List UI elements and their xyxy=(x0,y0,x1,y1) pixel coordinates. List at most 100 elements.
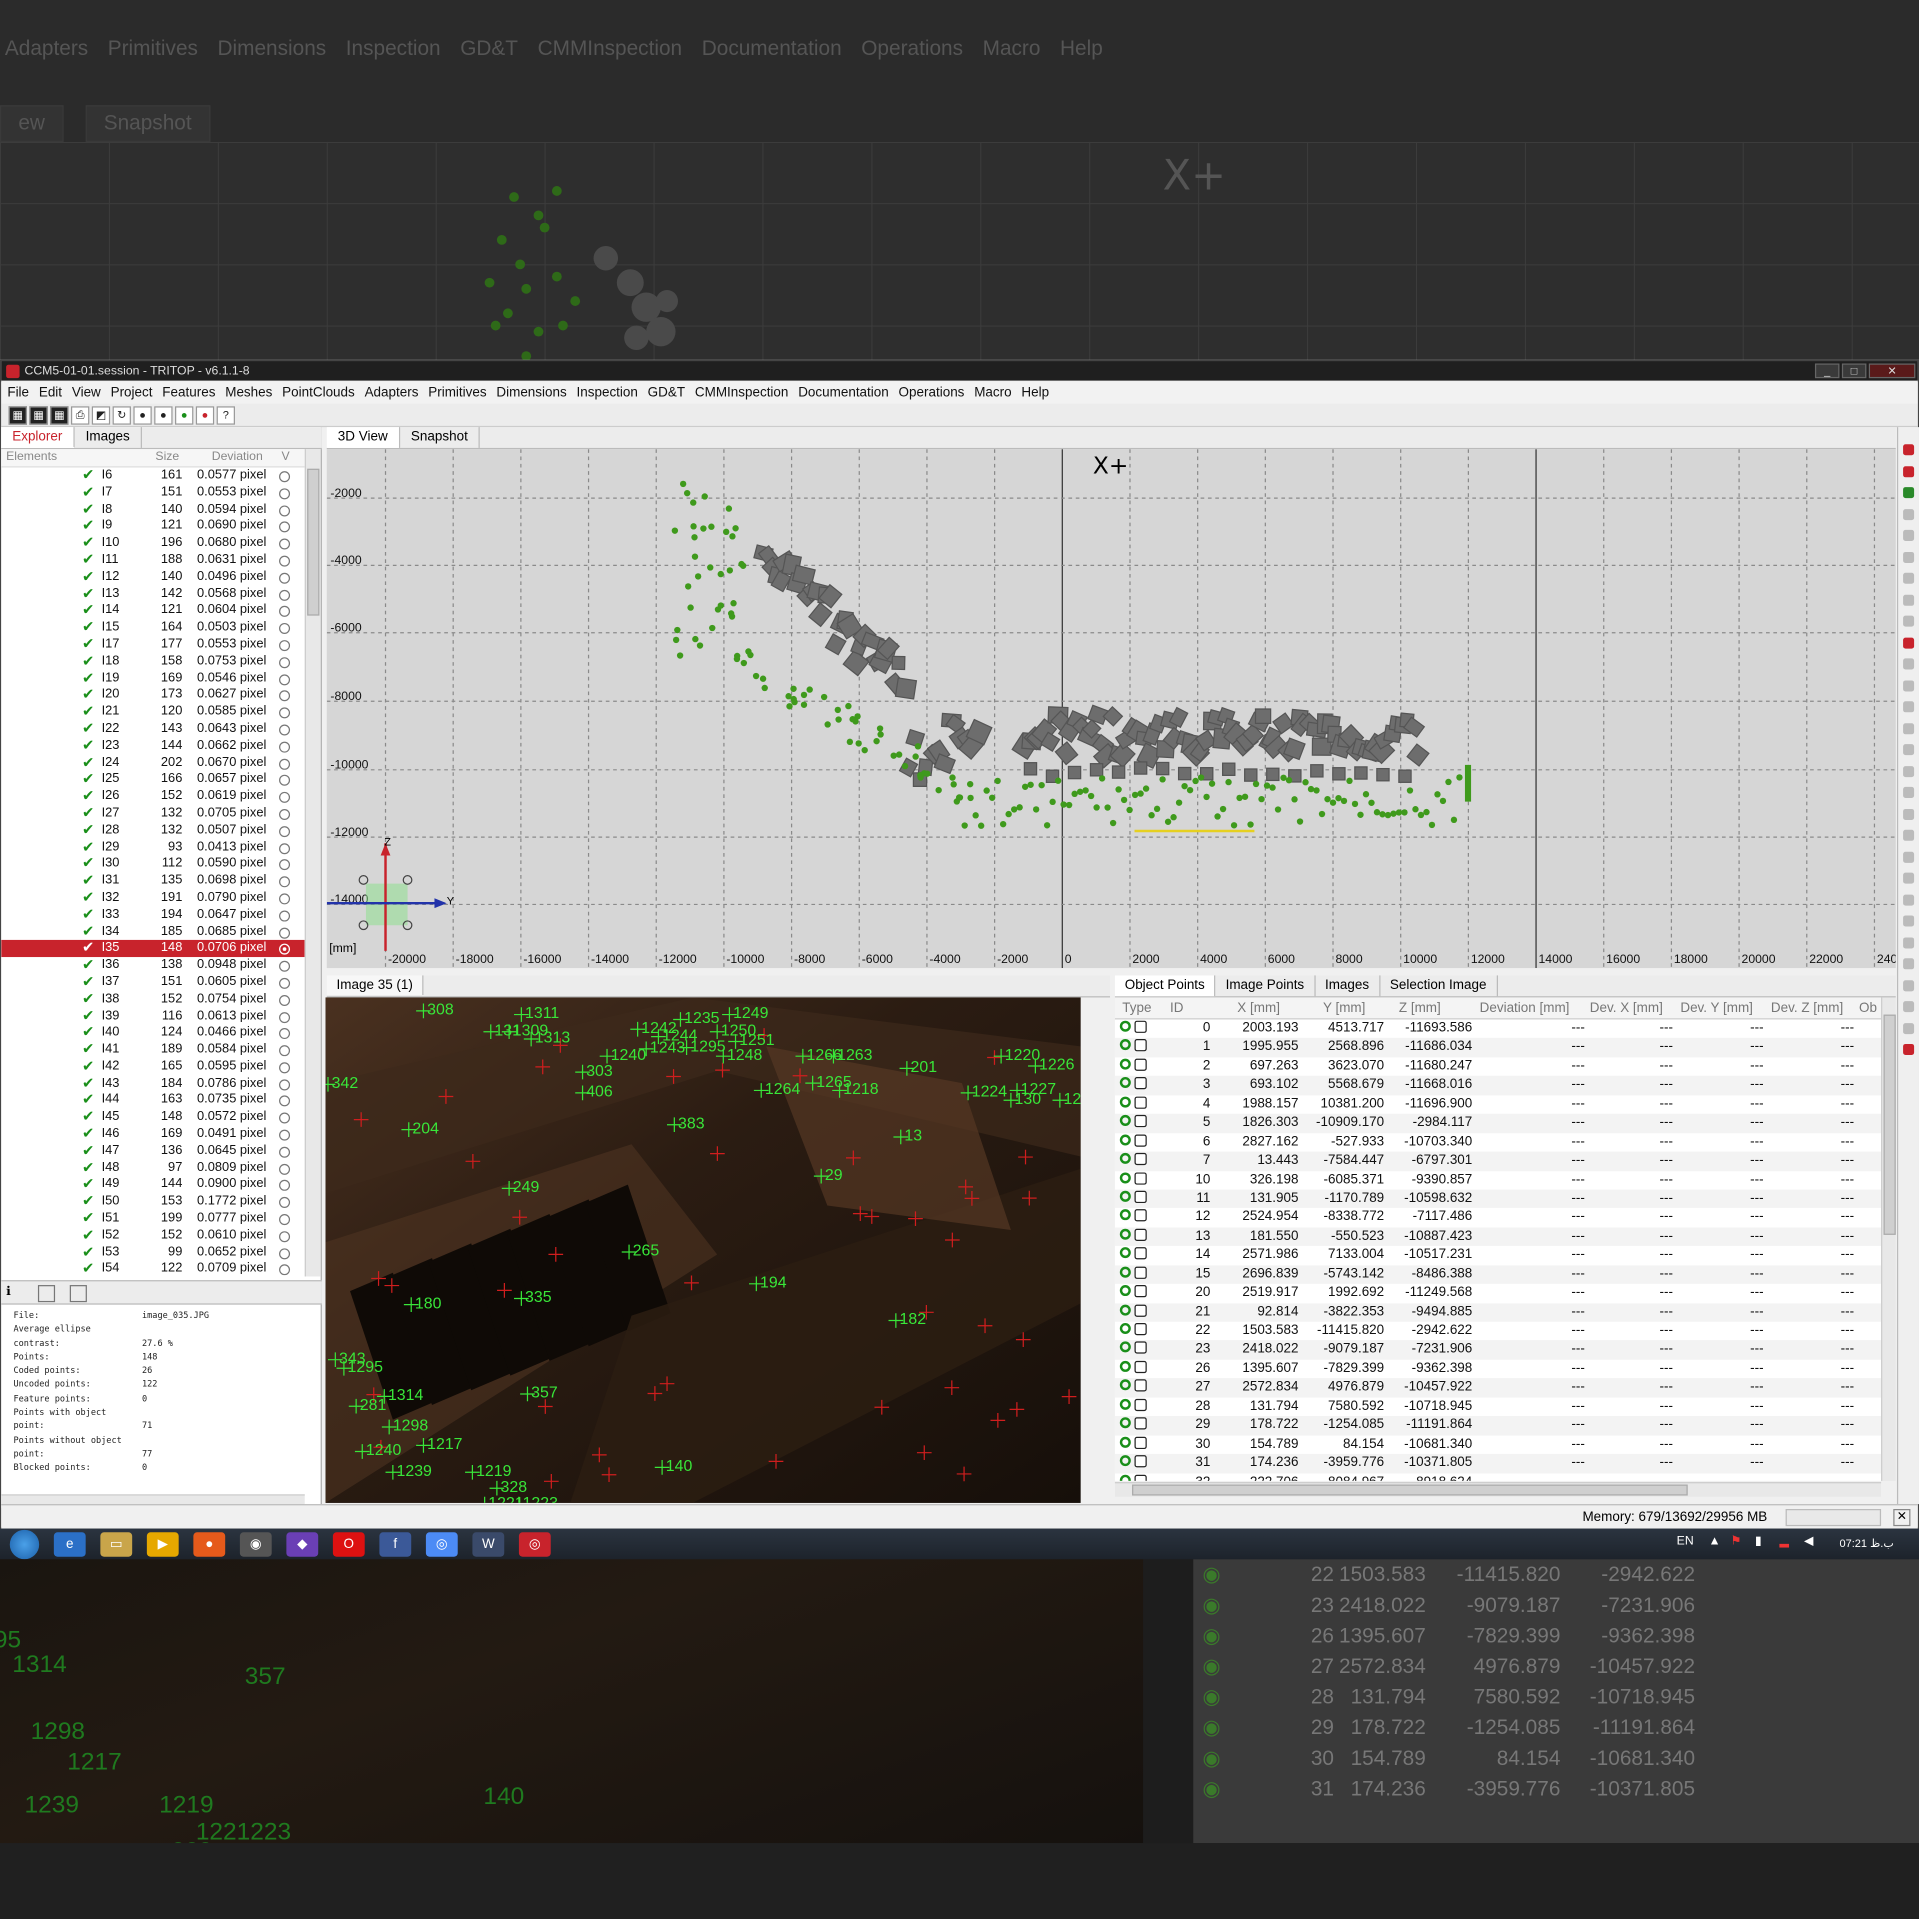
check-icon[interactable]: ✔ xyxy=(82,1007,94,1025)
explorer-row[interactable]: ✔ I30 112 0.0590 pixel xyxy=(1,855,305,873)
visibility-radio[interactable] xyxy=(279,707,291,719)
toolbar-icon-1[interactable]: ▦ xyxy=(8,405,27,425)
image-view[interactable]: 308 1311 131 1309 1313 1242 1235 1249 1244 1250 12… xyxy=(325,997,1081,1503)
check-icon[interactable]: ✔ xyxy=(82,1243,94,1261)
tool-icon[interactable] xyxy=(1903,465,1915,477)
word-icon[interactable]: W xyxy=(472,1531,505,1557)
hscrollbar-thumb[interactable] xyxy=(1132,1484,1688,1496)
table-row[interactable]: 10 326.198 -6085.371 -9390.857 --- --- --- --- xyxy=(1115,1171,1881,1190)
column-header[interactable]: Dev. Z [mm] xyxy=(1771,1001,1843,1016)
check-icon[interactable]: ✔ xyxy=(82,652,94,670)
explorer-row[interactable]: ✔ I35 148 0.0706 pixel xyxy=(1,939,305,958)
marker-icon[interactable]: ● xyxy=(195,405,215,425)
column-header[interactable]: Z [mm] xyxy=(1399,1001,1441,1016)
column-header[interactable]: Deviation [mm] xyxy=(1480,1001,1570,1016)
tool-icon[interactable] xyxy=(1903,786,1915,798)
check-icon[interactable]: ✔ xyxy=(82,787,94,805)
explorer-row[interactable]: ✔ I45 148 0.0572 pixel xyxy=(1,1108,305,1126)
visibility-radio[interactable] xyxy=(279,960,291,972)
visibility-radio[interactable] xyxy=(279,1163,291,1175)
list-icon[interactable] xyxy=(69,1285,87,1303)
visibility-radio[interactable] xyxy=(279,1011,291,1023)
column-header[interactable]: Y [mm] xyxy=(1323,1001,1365,1016)
facebook-icon[interactable]: f xyxy=(379,1531,412,1557)
check-icon[interactable]: ✔ xyxy=(82,1108,94,1126)
tool-icon[interactable] xyxy=(1903,829,1915,841)
explorer-row[interactable]: ✔ I34 185 0.0685 pixel xyxy=(1,922,305,940)
tool-icon[interactable] xyxy=(1903,679,1915,691)
tab-object-points[interactable]: Object Points xyxy=(1114,975,1216,997)
table-row[interactable]: 5 1826.303 -10909.170 -2984.117 --- --- --- --- xyxy=(1114,1113,1882,1133)
explorer-row[interactable]: ✔ I54 122 0.0709 pixel xyxy=(1,1260,305,1276)
explorer-row[interactable]: ✔ I33 194 0.0647 pixel xyxy=(1,906,305,924)
check-icon[interactable]: ✔ xyxy=(82,686,94,704)
explorer-row[interactable]: ✔ I24 202 0.0670 pixel xyxy=(1,754,305,772)
visibility-radio[interactable] xyxy=(279,825,291,837)
menu-features[interactable]: Features xyxy=(159,386,219,401)
explorer-row[interactable]: ✔ I40 124 0.0466 pixel xyxy=(1,1024,305,1042)
menu-file[interactable]: File xyxy=(4,386,33,401)
check-icon[interactable]: ✔ xyxy=(82,973,94,991)
ie-icon[interactable]: e xyxy=(53,1531,86,1557)
check-icon[interactable]: ✔ xyxy=(82,889,94,907)
tool-icon[interactable] xyxy=(1903,658,1915,670)
menu-documentation[interactable]: Documentation xyxy=(795,386,893,401)
visibility-radio[interactable] xyxy=(279,994,291,1006)
tab-snapshot[interactable]: Snapshot xyxy=(400,427,481,448)
visibility-radio[interactable] xyxy=(279,910,291,922)
properties-icon[interactable]: ℹ xyxy=(6,1285,23,1302)
table-row[interactable]: 11 131.905 -1170.789 -10598.632 --- --- --- --- xyxy=(1114,1189,1882,1209)
visibility-radio[interactable] xyxy=(279,792,291,804)
explorer-icon[interactable]: ▭ xyxy=(100,1531,133,1557)
tool-icon[interactable] xyxy=(1903,958,1915,970)
explorer-row[interactable]: ✔ I29 93 0.0413 pixel xyxy=(1,838,305,856)
tool-icon[interactable] xyxy=(1903,1001,1915,1013)
table-row[interactable]: 6 2827.162 -527.933 -10703.340 --- --- --- --- xyxy=(1115,1133,1881,1152)
visibility-radio[interactable] xyxy=(279,504,291,516)
menu-adapters[interactable]: Adapters xyxy=(361,386,422,401)
tool-icon[interactable] xyxy=(1903,572,1915,584)
visibility-radio[interactable] xyxy=(279,1247,291,1259)
visibility-radio[interactable] xyxy=(279,1197,291,1209)
visibility-radio[interactable] xyxy=(279,876,291,888)
table-row[interactable]: 1 1995.955 2568.896 -11686.034 --- --- --- --- xyxy=(1114,1038,1882,1058)
maximize-button[interactable]: □ xyxy=(1841,363,1867,379)
menu-dimensions[interactable]: Dimensions xyxy=(493,386,571,401)
check-icon[interactable]: ✔ xyxy=(82,602,94,620)
visibility-radio[interactable] xyxy=(279,1062,291,1074)
check-icon[interactable]: ✔ xyxy=(82,1176,94,1194)
visibility-radio[interactable] xyxy=(279,893,291,905)
clock[interactable]: 07:21 ب.ظ xyxy=(1839,1537,1893,1550)
check-icon[interactable]: ✔ xyxy=(82,635,94,653)
table-row[interactable]: 26 1395.607 -7829.399 -9362.398 --- --- --- --- xyxy=(1115,1360,1881,1379)
tool-icon[interactable] xyxy=(1903,637,1915,649)
visibility-radio[interactable] xyxy=(279,589,291,601)
tool-icon[interactable] xyxy=(1903,979,1915,991)
explorer-row[interactable]: ✔ I27 132 0.0705 pixel xyxy=(1,804,305,822)
explorer-row[interactable]: ✔ I39 116 0.0613 pixel xyxy=(1,1007,305,1025)
points-table-hscrollbar[interactable] xyxy=(1114,1482,1882,1497)
column-header[interactable]: ID xyxy=(1170,1001,1183,1016)
check-icon[interactable]: ✔ xyxy=(82,517,94,535)
menu-macro[interactable]: Macro xyxy=(971,386,1016,401)
check-icon[interactable]: ✔ xyxy=(82,534,94,552)
explorer-row[interactable]: ✔ I44 163 0.0735 pixel xyxy=(1,1091,305,1109)
check-icon[interactable]: ✔ xyxy=(82,855,94,873)
visibility-radio[interactable] xyxy=(279,1095,291,1107)
visibility-radio[interactable] xyxy=(279,1264,291,1276)
visibility-radio[interactable] xyxy=(279,488,291,500)
tool-icon[interactable] xyxy=(1903,508,1915,520)
chrome-icon[interactable]: ◎ xyxy=(425,1531,458,1557)
explorer-row[interactable]: ✔ I6 161 0.0577 pixel xyxy=(1,468,305,485)
explorer-row[interactable]: ✔ I48 97 0.0809 pixel xyxy=(1,1159,305,1177)
visibility-radio[interactable] xyxy=(279,977,291,989)
scrollbar-thumb[interactable] xyxy=(1883,1014,1896,1235)
explorer-row[interactable]: ✔ I47 136 0.0645 pixel xyxy=(1,1142,305,1160)
minimize-button[interactable]: _ xyxy=(1814,363,1840,379)
visibility-radio[interactable] xyxy=(279,943,291,955)
explorer-row[interactable]: ✔ I12 140 0.0496 pixel xyxy=(1,568,305,586)
visibility-radio[interactable] xyxy=(279,606,291,618)
tool-icon[interactable] xyxy=(1903,615,1915,627)
point-mode-icon[interactable]: ◩ xyxy=(91,405,111,425)
explorer-row[interactable]: ✔ I50 153 0.1772 pixel xyxy=(1,1193,305,1211)
